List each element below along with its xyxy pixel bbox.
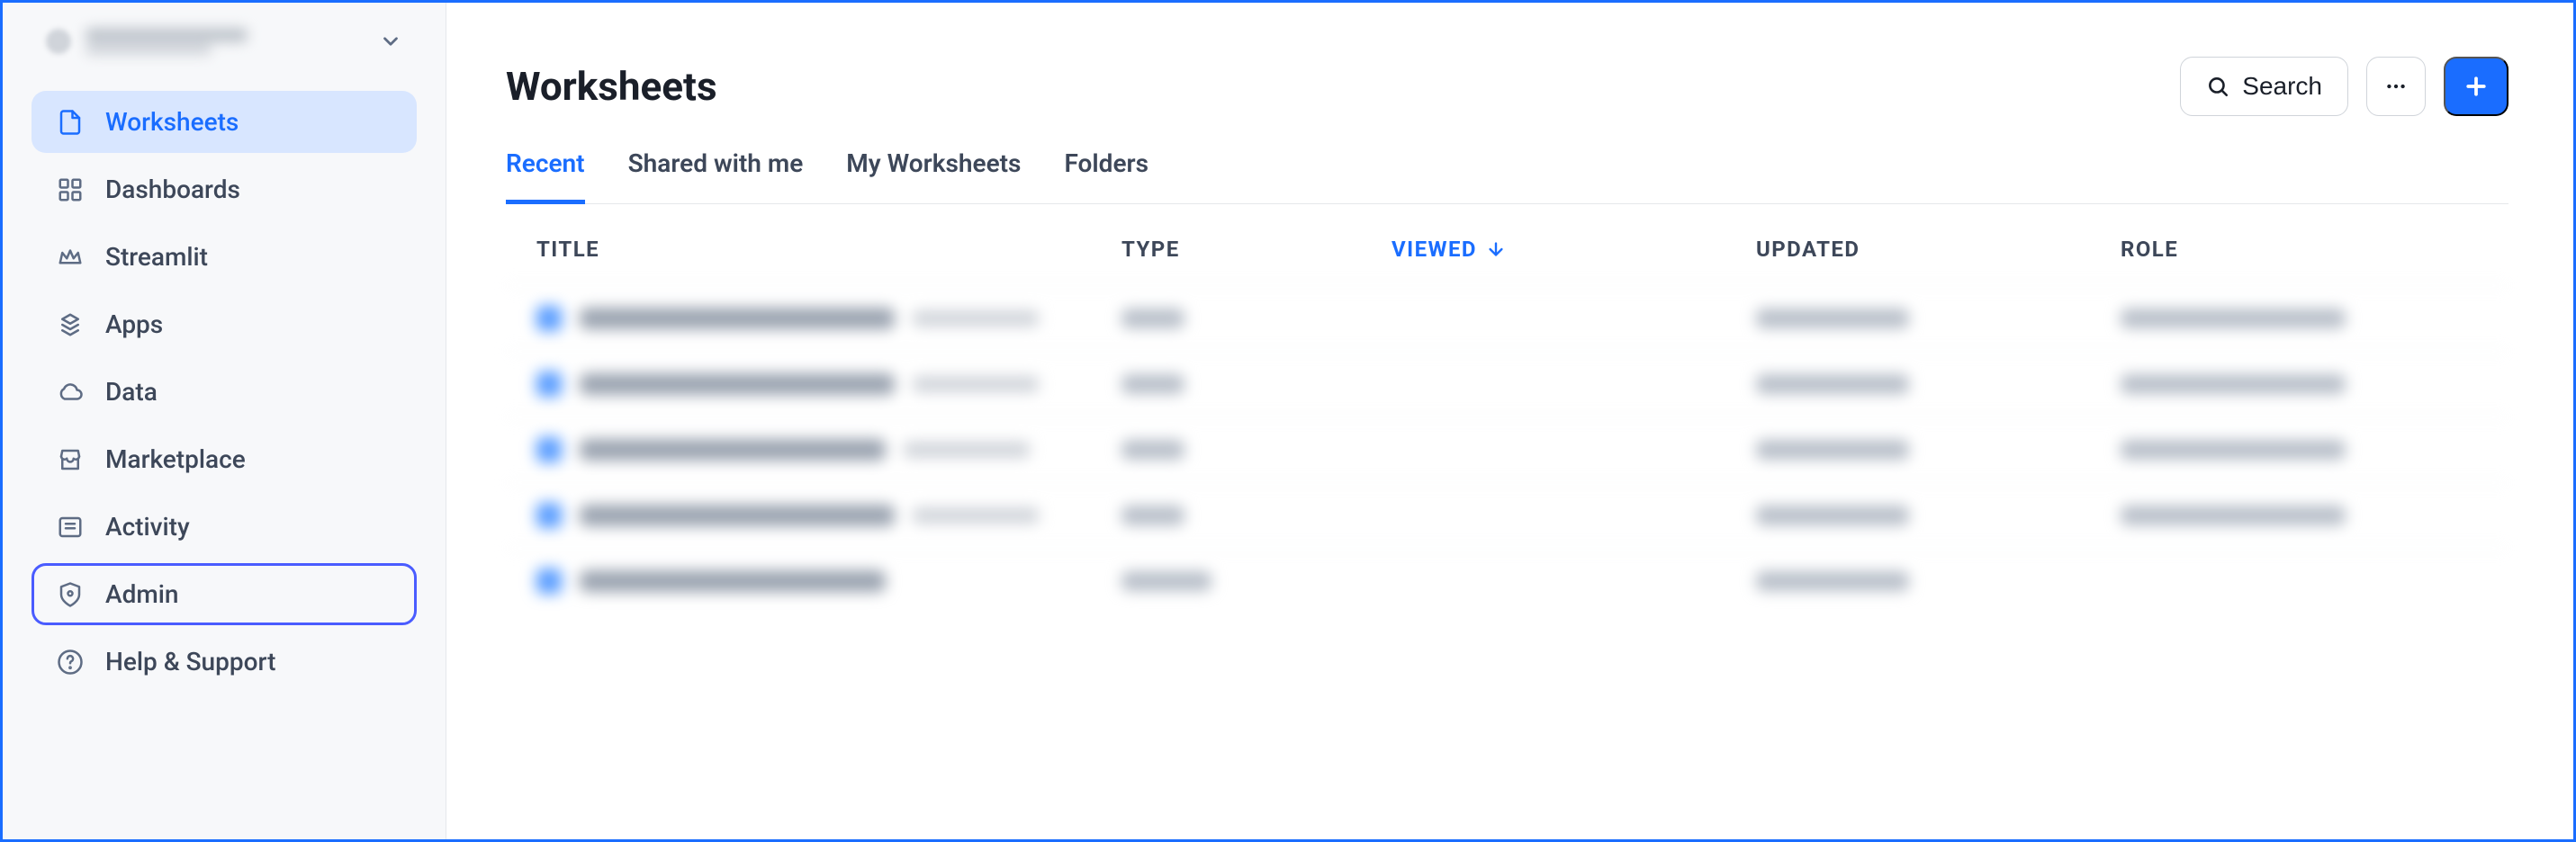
grid-icon bbox=[57, 176, 84, 203]
main-content: Worksheets Search Recent Shared with m bbox=[446, 3, 2573, 839]
account-switcher[interactable] bbox=[3, 28, 446, 73]
column-label: VIEWED bbox=[1392, 237, 1477, 262]
table-header-row: TITLE TYPE VIEWED UPDATED ROLE bbox=[506, 204, 2508, 285]
tabs: Recent Shared with me My Worksheets Fold… bbox=[506, 148, 2508, 204]
search-label: Search bbox=[2242, 72, 2322, 101]
nav-label: Streamlit bbox=[105, 242, 208, 272]
nav-item-admin[interactable]: Admin bbox=[32, 563, 417, 625]
more-button[interactable] bbox=[2366, 57, 2426, 116]
arrow-down-icon bbox=[1486, 239, 1506, 259]
nav-list: Worksheets Dashboards Streamlit Apps Dat… bbox=[3, 73, 446, 693]
sidebar: Worksheets Dashboards Streamlit Apps Dat… bbox=[3, 3, 446, 839]
page-title: Worksheets bbox=[506, 63, 717, 110]
table-row[interactable] bbox=[506, 548, 2508, 614]
table-row[interactable] bbox=[506, 285, 2508, 351]
chevron-down-icon bbox=[379, 30, 402, 53]
cloud-icon bbox=[57, 379, 84, 406]
tab-folders[interactable]: Folders bbox=[1064, 148, 1148, 204]
table-body bbox=[506, 285, 2508, 614]
search-icon bbox=[2206, 75, 2229, 98]
column-header-viewed[interactable]: VIEWED bbox=[1392, 237, 1756, 262]
nav-item-data[interactable]: Data bbox=[32, 361, 417, 423]
nav-item-streamlit[interactable]: Streamlit bbox=[32, 226, 417, 288]
add-button[interactable] bbox=[2444, 57, 2508, 116]
nav-item-help[interactable]: Help & Support bbox=[32, 631, 417, 693]
column-header-updated[interactable]: UPDATED bbox=[1756, 237, 2121, 262]
table-row[interactable] bbox=[506, 482, 2508, 548]
page-header: Worksheets Search bbox=[506, 57, 2508, 116]
storefront-icon bbox=[57, 446, 84, 473]
search-button[interactable]: Search bbox=[2180, 57, 2348, 116]
more-icon bbox=[2384, 75, 2408, 98]
apps-icon bbox=[57, 311, 84, 338]
column-header-title[interactable]: TITLE bbox=[536, 237, 1121, 262]
shield-icon bbox=[57, 581, 84, 608]
activity-icon bbox=[57, 514, 84, 541]
nav-item-dashboards[interactable]: Dashboards bbox=[32, 158, 417, 220]
plus-icon bbox=[2463, 73, 2490, 100]
header-actions: Search bbox=[2180, 57, 2508, 116]
account-text-blurred bbox=[86, 28, 365, 55]
nav-label: Apps bbox=[105, 309, 163, 339]
tab-my-worksheets[interactable]: My Worksheets bbox=[846, 148, 1021, 204]
nav-label: Activity bbox=[105, 512, 190, 542]
nav-label: Data bbox=[105, 377, 158, 407]
account-avatar bbox=[46, 29, 71, 54]
document-icon bbox=[57, 109, 84, 136]
nav-label: Worksheets bbox=[105, 107, 239, 137]
nav-label: Dashboards bbox=[105, 175, 240, 204]
nav-item-apps[interactable]: Apps bbox=[32, 293, 417, 355]
help-icon bbox=[57, 649, 84, 676]
crown-icon bbox=[57, 244, 84, 271]
nav-item-marketplace[interactable]: Marketplace bbox=[32, 428, 417, 490]
nav-label: Admin bbox=[105, 579, 178, 609]
nav-label: Marketplace bbox=[105, 444, 246, 474]
tab-recent[interactable]: Recent bbox=[506, 148, 585, 204]
tab-shared[interactable]: Shared with me bbox=[628, 148, 804, 204]
table-row[interactable] bbox=[506, 351, 2508, 417]
nav-label: Help & Support bbox=[105, 647, 275, 676]
column-header-type[interactable]: TYPE bbox=[1121, 237, 1392, 262]
nav-item-worksheets[interactable]: Worksheets bbox=[32, 91, 417, 153]
table-row[interactable] bbox=[506, 417, 2508, 482]
nav-item-activity[interactable]: Activity bbox=[32, 496, 417, 558]
column-header-role[interactable]: ROLE bbox=[2121, 237, 2478, 262]
